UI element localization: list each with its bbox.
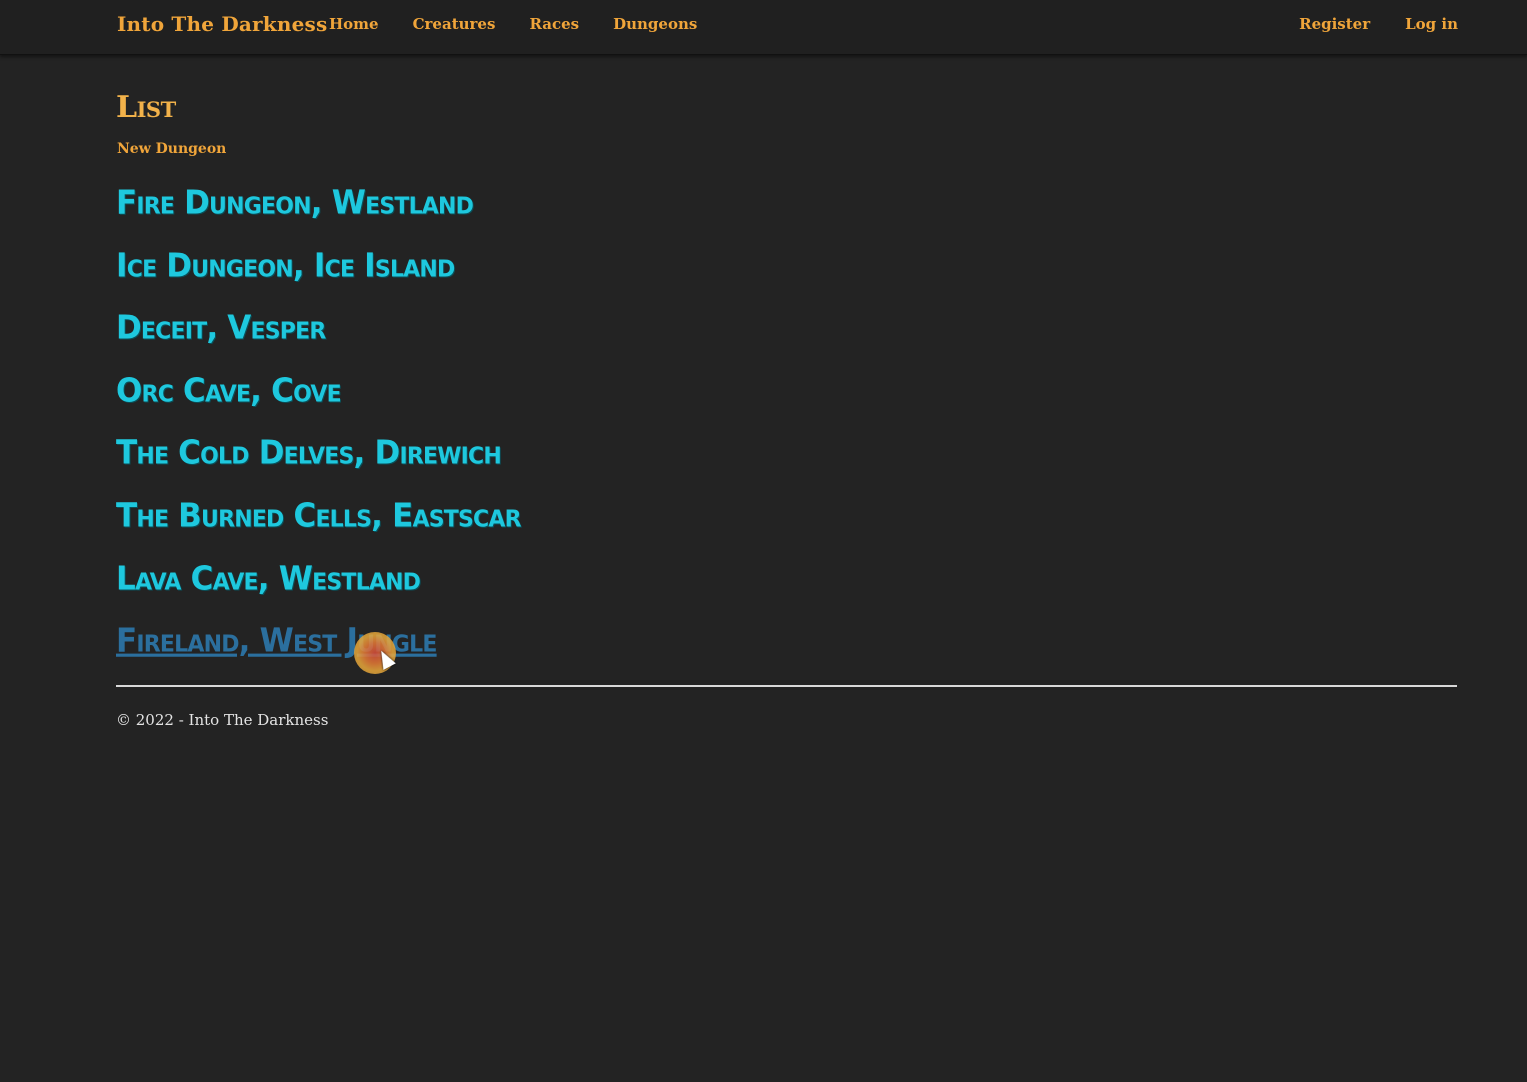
dungeon-link[interactable]: Ice Dungeon, Ice Island (116, 247, 455, 285)
dungeon-list: Fire Dungeon, Westland Ice Dungeon, Ice … (116, 184, 522, 686)
list-item: The Cold Delves, Direwich (116, 434, 521, 498)
dungeon-link[interactable]: The Cold Delves, Direwich (116, 434, 502, 472)
account-nav: Register Log in (1299, 15, 1458, 33)
nav-home-link[interactable]: Home (329, 15, 379, 33)
dungeon-link[interactable]: Lava Cave, Westland (116, 560, 421, 598)
register-link[interactable]: Register (1299, 15, 1370, 33)
top-navbar: Into The Darkness Home Creatures Races D… (0, 0, 1527, 55)
list-item: Fireland, West Jungle (116, 622, 521, 686)
list-item: Deceit, Vesper (116, 309, 521, 373)
dungeon-link[interactable]: Orc Cave, Cove (116, 372, 342, 410)
dungeon-link[interactable]: Deceit, Vesper (116, 309, 326, 347)
dungeon-link-hovered[interactable]: Fireland, West Jungle (116, 622, 437, 660)
nav-races-link[interactable]: Races (529, 15, 579, 33)
dungeon-link[interactable]: The Burned Cells, Eastscar (116, 497, 522, 535)
main-nav: Home Creatures Races Dungeons (329, 15, 697, 33)
nav-dungeons-link[interactable]: Dungeons (613, 15, 697, 33)
footer-text: © 2022 - Into The Darkness (116, 711, 329, 729)
dungeon-link[interactable]: Fire Dungeon, Westland (116, 184, 474, 222)
list-item: Fire Dungeon, Westland (116, 184, 521, 248)
new-dungeon-link[interactable]: New Dungeon (117, 141, 226, 157)
login-link[interactable]: Log in (1405, 15, 1458, 33)
brand-link[interactable]: Into The Darkness (117, 12, 327, 36)
footer-divider (116, 685, 1457, 687)
nav-creatures-link[interactable]: Creatures (413, 15, 496, 33)
list-item: Orc Cave, Cove (116, 372, 521, 436)
page-title: List (116, 90, 176, 125)
list-item: Lava Cave, Westland (116, 560, 521, 624)
list-item: The Burned Cells, Eastscar (116, 497, 522, 561)
list-item: Ice Dungeon, Ice Island (116, 247, 521, 311)
